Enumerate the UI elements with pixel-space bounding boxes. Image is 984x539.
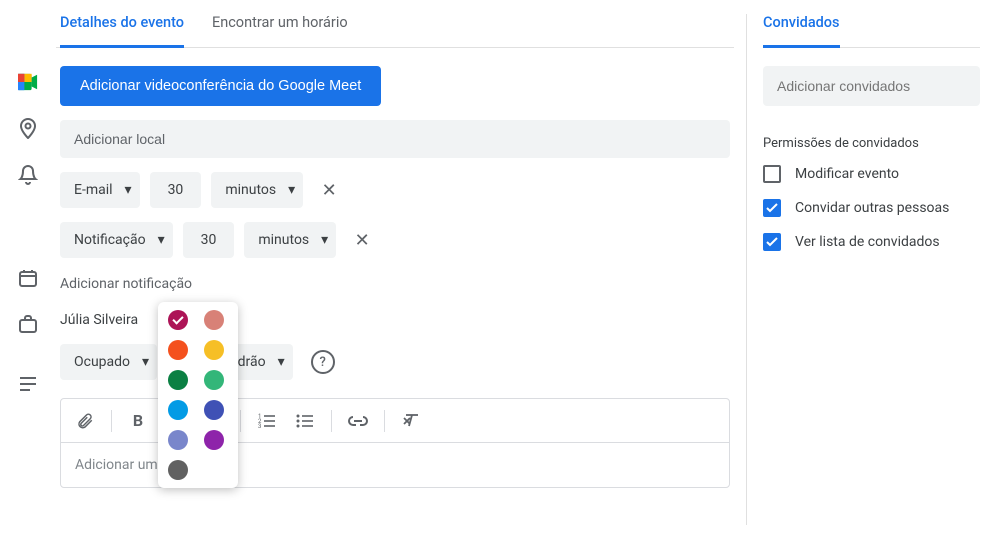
meet-icon: [18, 72, 38, 92]
add-meet-button[interactable]: Adicionar videoconferência do Google Mee…: [60, 66, 381, 106]
color-swatch[interactable]: [168, 400, 188, 420]
chevron-down-icon: ▾: [288, 182, 295, 198]
bold-button[interactable]: B: [120, 403, 156, 439]
notif1-remove-button[interactable]: ✕: [313, 174, 345, 206]
organizer-row: Júlia Silveira: [60, 310, 734, 330]
checkbox-checked[interactable]: [763, 199, 781, 217]
help-icon[interactable]: ?: [311, 350, 335, 374]
permissions-title: Permissões de convidados: [763, 136, 980, 151]
add-notification-link[interactable]: Adicionar notificação: [60, 272, 734, 296]
color-swatch[interactable]: [204, 340, 224, 360]
notif1-unit-select[interactable]: minutos ▾: [211, 172, 303, 208]
notif2-unit-select[interactable]: minutos ▾: [244, 222, 336, 258]
notif2-unit-label: minutos: [258, 232, 309, 248]
notif1-type-label: E-mail: [74, 182, 113, 198]
svg-text:3: 3: [258, 423, 261, 429]
perm-see-guest-list[interactable]: Ver lista de convidados: [763, 233, 980, 251]
color-swatch[interactable]: [204, 400, 224, 420]
organizer-name: Júlia Silveira: [60, 312, 138, 328]
clear-format-button[interactable]: [393, 403, 429, 439]
notif2-type-label: Notificação: [74, 232, 146, 248]
chevron-down-icon: ▾: [142, 354, 149, 370]
left-icon-rail: [0, 0, 56, 539]
guests-panel: Convidados Permissões de convidados Modi…: [747, 0, 984, 539]
tabs-bar: Detalhes do evento Encontrar um horário: [56, 0, 734, 48]
perm-invite-others[interactable]: Convidar outras pessoas: [763, 199, 980, 217]
bell-icon: [18, 164, 38, 184]
notification-row-2: Notificação ▾ 30 minutos ▾ ✕: [60, 222, 734, 258]
link-button[interactable]: [340, 403, 376, 439]
chevron-down-icon: ▾: [278, 354, 285, 370]
perm-modify-label: Modificar evento: [795, 166, 899, 182]
separator: [111, 410, 112, 432]
chevron-down-icon: ▾: [158, 232, 165, 248]
main-panel: Detalhes do evento Encontrar um horário …: [56, 0, 746, 539]
notif1-type-select[interactable]: E-mail ▾: [60, 172, 140, 208]
notif1-value-input[interactable]: 30: [150, 172, 202, 208]
color-picker-popup: [158, 302, 238, 488]
calendar-icon: [18, 268, 38, 288]
briefcase-icon: [18, 314, 38, 334]
notif2-remove-button[interactable]: ✕: [346, 224, 378, 256]
notif2-value-input[interactable]: 30: [183, 222, 235, 258]
notif1-unit-label: minutos: [225, 182, 276, 198]
tab-find-time[interactable]: Encontrar um horário: [212, 14, 348, 48]
chevron-down-icon: ▾: [321, 232, 328, 248]
add-guests-input[interactable]: [763, 66, 980, 106]
color-swatch[interactable]: [204, 430, 224, 450]
color-swatch[interactable]: [168, 310, 188, 330]
checkbox-checked[interactable]: [763, 233, 781, 251]
checkbox-unchecked[interactable]: [763, 165, 781, 183]
color-swatch[interactable]: [168, 460, 188, 480]
perm-invite-label: Convidar outras pessoas: [795, 200, 949, 216]
busy-select[interactable]: Ocupado ▾: [60, 344, 157, 380]
numbered-list-button[interactable]: 123: [249, 403, 285, 439]
separator: [240, 410, 241, 432]
color-swatch[interactable]: [168, 340, 188, 360]
separator: [331, 410, 332, 432]
busy-label: Ocupado: [74, 354, 130, 370]
color-swatch[interactable]: [204, 310, 224, 330]
notif2-type-select[interactable]: Notificação ▾: [60, 222, 173, 258]
location-input[interactable]: [60, 120, 730, 158]
color-swatch[interactable]: [204, 370, 224, 390]
bullet-list-button[interactable]: [287, 403, 323, 439]
tab-guests[interactable]: Convidados: [763, 14, 840, 48]
color-swatch[interactable]: [168, 370, 188, 390]
separator: [384, 410, 385, 432]
color-swatch[interactable]: [168, 430, 188, 450]
perm-modify-event[interactable]: Modificar evento: [763, 165, 980, 183]
description-icon: [18, 374, 38, 394]
perm-seelist-label: Ver lista de convidados: [795, 234, 940, 250]
attach-button[interactable]: [67, 403, 103, 439]
tab-details[interactable]: Detalhes do evento: [60, 14, 184, 48]
notification-row-1: E-mail ▾ 30 minutos ▾ ✕: [60, 172, 734, 208]
chevron-down-icon: ▾: [125, 182, 132, 198]
location-icon: [18, 118, 38, 138]
